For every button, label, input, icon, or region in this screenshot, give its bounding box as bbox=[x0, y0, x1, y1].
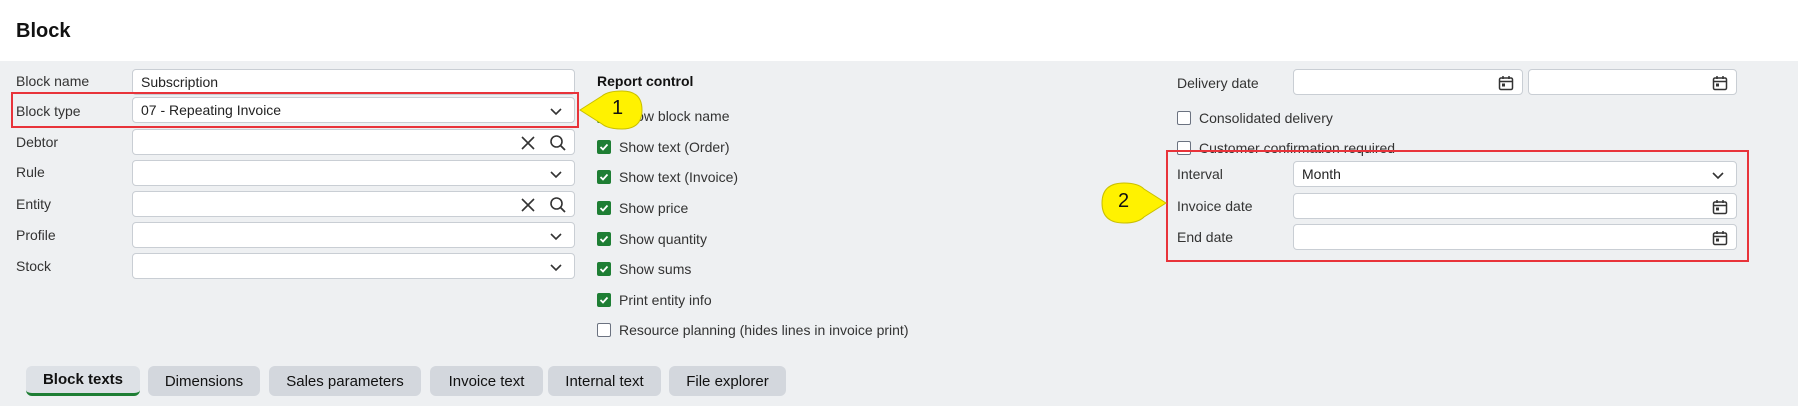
callout-1-shape bbox=[579, 90, 643, 130]
interval-group-highlight bbox=[1166, 150, 1749, 262]
block-type-highlight bbox=[11, 92, 579, 128]
page-title: Block bbox=[16, 20, 71, 42]
stock-label: Stock bbox=[16, 258, 52, 274]
tab-dimensions[interactable]: Dimensions bbox=[148, 366, 260, 396]
search-icon[interactable] bbox=[548, 133, 568, 153]
search-icon[interactable] bbox=[548, 195, 568, 215]
checkbox-box[interactable] bbox=[597, 293, 611, 307]
profile-label: Profile bbox=[16, 227, 56, 243]
checkbox-show-quantity[interactable]: Show quantity bbox=[597, 229, 707, 249]
checkbox-box[interactable] bbox=[597, 232, 611, 246]
checkbox-box[interactable] bbox=[597, 140, 611, 154]
checkbox-box[interactable] bbox=[597, 170, 611, 184]
tab-internal-text[interactable]: Internal text bbox=[548, 366, 661, 396]
stock-select[interactable] bbox=[132, 253, 575, 279]
checkbox-box[interactable] bbox=[597, 323, 611, 337]
clear-icon[interactable] bbox=[518, 133, 538, 153]
checkbox-box[interactable] bbox=[597, 262, 611, 276]
delivery-date-to-input[interactable] bbox=[1528, 69, 1737, 95]
tab-sales-parameters[interactable]: Sales parameters bbox=[269, 366, 421, 396]
checkbox-show-sums[interactable]: Show sums bbox=[597, 259, 691, 279]
callout-1: 1 bbox=[578, 90, 644, 130]
checkbox-label: Resource planning (hides lines in invoic… bbox=[619, 322, 909, 338]
checkbox-show-price[interactable]: Show price bbox=[597, 198, 688, 218]
debtor-label: Debtor bbox=[16, 134, 59, 150]
chevron-down-icon bbox=[546, 257, 566, 277]
checkbox-label: Show quantity bbox=[619, 231, 707, 247]
checkbox-label: Consolidated delivery bbox=[1199, 110, 1333, 126]
debtor-input[interactable] bbox=[132, 129, 575, 155]
report-control-heading: Report control bbox=[597, 73, 694, 89]
checkbox-label: Show text (Invoice) bbox=[619, 169, 739, 185]
tab-block-texts[interactable]: Block texts bbox=[26, 366, 140, 396]
delivery-date-label: Delivery date bbox=[1177, 75, 1259, 91]
entity-label: Entity bbox=[16, 196, 52, 212]
chevron-down-icon bbox=[546, 226, 566, 246]
checkbox-label: Print entity info bbox=[619, 292, 712, 308]
profile-select[interactable] bbox=[132, 222, 575, 248]
callout-2-shape bbox=[1101, 182, 1167, 224]
tab-file-explorer[interactable]: File explorer bbox=[669, 366, 786, 396]
delivery-date-from-input[interactable] bbox=[1293, 69, 1523, 95]
clear-icon[interactable] bbox=[518, 195, 538, 215]
callout-2-number: 2 bbox=[1118, 190, 1130, 212]
checkbox-resource-planning[interactable]: Resource planning (hides lines in invoic… bbox=[597, 320, 909, 340]
entity-input[interactable] bbox=[132, 191, 575, 217]
tab-invoice-text[interactable]: Invoice text bbox=[430, 366, 543, 396]
block-name-label: Block name bbox=[16, 73, 90, 89]
checkbox-label: Show text (Order) bbox=[619, 139, 730, 155]
calendar-icon[interactable] bbox=[1710, 73, 1730, 93]
checkbox-box[interactable] bbox=[1177, 111, 1191, 125]
checkbox-show-text-order[interactable]: Show text (Order) bbox=[597, 137, 729, 157]
callout-2: 2 bbox=[1100, 182, 1168, 224]
chevron-down-icon bbox=[546, 164, 566, 184]
checkbox-print-entity-info[interactable]: Print entity info bbox=[597, 290, 712, 310]
rule-label: Rule bbox=[16, 164, 45, 180]
checkbox-show-text-invoice[interactable]: Show text (Invoice) bbox=[597, 167, 738, 187]
callout-1-number: 1 bbox=[612, 97, 624, 119]
rule-select[interactable] bbox=[132, 160, 575, 186]
checkbox-label: Show price bbox=[619, 200, 689, 216]
checkbox-label: Show sums bbox=[619, 261, 692, 277]
checkbox-consolidated-delivery[interactable]: Consolidated delivery bbox=[1177, 108, 1333, 128]
block-name-value: Subscription bbox=[141, 74, 219, 90]
calendar-icon[interactable] bbox=[1496, 73, 1516, 93]
checkbox-box[interactable] bbox=[597, 201, 611, 215]
